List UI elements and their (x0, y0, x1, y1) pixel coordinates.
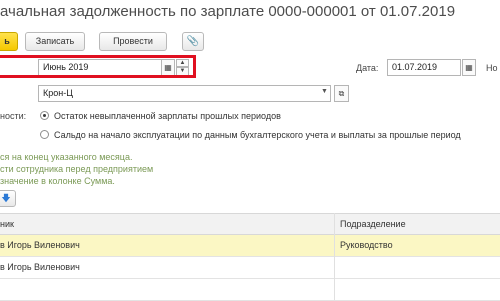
hint-line-3: значение в колонке Сумма. (0, 176, 115, 186)
table-row[interactable] (0, 279, 500, 301)
calendar-icon[interactable]: ▦ (462, 59, 476, 76)
paperclip-icon: 📎 (186, 36, 200, 47)
highlight-frame (0, 55, 196, 78)
open-icon[interactable]: ⧉ (334, 85, 349, 102)
save-button[interactable]: Записать (25, 32, 85, 51)
date-input[interactable]: 01.07.2019 (387, 59, 461, 76)
column-divider (334, 213, 335, 300)
balance-type-label: ности: (0, 111, 27, 121)
department-cell: Руководство (340, 240, 393, 250)
table-row[interactable]: в Игорь Виленович Руководство (0, 235, 500, 257)
post-button[interactable]: Провести (99, 32, 167, 51)
document-title: ачальная задолженность по зарплате 0000-… (0, 3, 456, 20)
chevron-down-icon[interactable]: ▼ (321, 88, 328, 95)
column-employee[interactable]: ник (0, 219, 14, 229)
attach-button[interactable]: 📎 (182, 32, 204, 51)
table-header: ник Подразделение (0, 213, 500, 235)
arrow-down-icon: 🡇 (1, 193, 11, 203)
date-label: Дата: (356, 63, 379, 73)
option-opening-balance-label[interactable]: Сальдо на начало эксплуатации по данным … (54, 130, 461, 140)
employee-cell: в Игорь Виленович (0, 262, 80, 272)
move-down-button[interactable]: 🡇 (0, 190, 16, 207)
number-label: Но (486, 63, 498, 73)
organization-input[interactable]: Крон-Ц (38, 85, 331, 102)
radio-opening-balance[interactable] (40, 130, 49, 139)
option-unpaid-salary-label[interactable]: Остаток невыплаченной зарплаты прошлых п… (54, 111, 281, 121)
table-row[interactable]: в Игорь Виленович (0, 257, 500, 279)
hint-line-2: сти сотрудника перед предприятием (0, 164, 154, 174)
post-and-close-button[interactable]: ь (0, 32, 18, 51)
radio-unpaid-salary[interactable] (40, 111, 49, 120)
employee-cell: в Игорь Виленович (0, 240, 80, 250)
column-department[interactable]: Подразделение (340, 219, 406, 229)
hint-line-1: ся на конец указанного месяца. (0, 152, 133, 162)
